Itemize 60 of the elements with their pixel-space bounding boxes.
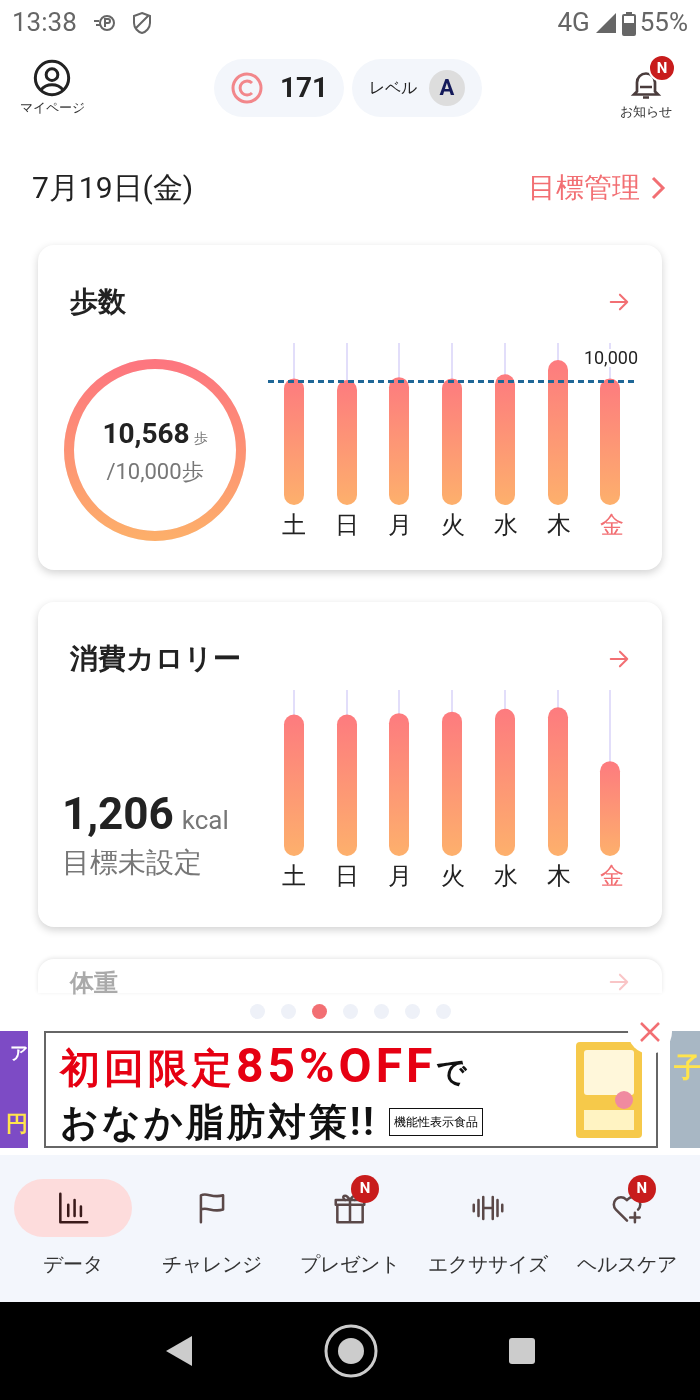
status-time: 13:38 <box>12 6 77 39</box>
ad-tag: 機能性表示食品 <box>388 1107 483 1136</box>
card-title: 体重 <box>70 971 118 995</box>
coin-icon <box>229 70 264 105</box>
card-title: 消費カロリー <box>70 641 241 677</box>
ad-headline: 初回限定 <box>60 1043 236 1094</box>
coin-count: 171 <box>279 69 329 106</box>
battery-level: 55% <box>639 6 688 39</box>
day-label: 月 <box>388 864 413 888</box>
day-label: 日 <box>335 513 360 537</box>
date-heading: 7月19日(金) <box>32 169 194 207</box>
my-page-button[interactable]: マイページ <box>12 57 92 118</box>
day-label: 水 <box>493 513 518 537</box>
coin-pill[interactable]: 171 <box>214 58 344 117</box>
recents-icon[interactable] <box>507 1337 536 1365</box>
ad-subline: おなか脂肪対策!! <box>60 1102 377 1141</box>
ad-discount: 85%OFF <box>236 1041 437 1090</box>
day-label: 土 <box>282 864 307 888</box>
steps-goal: /10,000歩 <box>106 457 204 486</box>
level-label: レベル <box>369 76 417 99</box>
steps-value: 10,568 <box>102 415 190 452</box>
network-type: 4G <box>557 6 590 39</box>
new-badge: N <box>627 1174 656 1203</box>
day-label: 日 <box>335 864 360 888</box>
battery-icon <box>621 9 636 36</box>
day-label: 木 <box>546 864 571 888</box>
day-label: 金 <box>599 864 624 888</box>
calorie-unit: kcal <box>181 804 229 837</box>
steps-card[interactable]: 歩数 10,568 歩 /10,000歩 10,000 土 日 月 火 水 木 金 <box>38 245 662 570</box>
parking-icon <box>92 13 115 32</box>
nav-tab[interactable]: エクササイズ <box>420 1178 557 1279</box>
day-label: 火 <box>441 864 465 888</box>
day-label: 火 <box>441 513 465 537</box>
arrow-right-icon[interactable] <box>608 648 630 670</box>
new-badge: N <box>350 1174 379 1203</box>
steps-unit: 歩 <box>193 428 208 448</box>
close-icon <box>639 1021 661 1043</box>
day-label: 月 <box>388 513 413 537</box>
nav-tab[interactable]: チャレンジ <box>143 1178 280 1279</box>
ad-banner[interactable]: 初回限定85%OFFで おなか脂肪対策!! 機能性表示食品 <box>44 1031 658 1148</box>
arrow-right-icon[interactable] <box>608 971 630 993</box>
shield-icon <box>130 10 153 35</box>
ad-headline-tail: で <box>436 1052 468 1091</box>
back-icon[interactable] <box>164 1334 195 1368</box>
day-label: 土 <box>282 513 307 537</box>
calorie-value: 1,206 <box>62 787 174 842</box>
arrow-right-icon[interactable] <box>608 291 630 313</box>
day-label: 金 <box>599 513 624 537</box>
calorie-note: 目標未設定 <box>62 845 203 881</box>
day-label: 水 <box>493 864 518 888</box>
new-badge: N <box>648 53 676 82</box>
home-icon[interactable] <box>323 1323 379 1379</box>
notifications-button[interactable]: N お知らせ <box>604 53 688 122</box>
level-grade: A <box>429 69 465 106</box>
user-icon <box>32 57 72 98</box>
day-label: 木 <box>546 513 571 537</box>
calorie-card[interactable]: 消費カロリー 1,206 kcal 目標未設定 土 日 月 火 水 木 金 <box>38 602 662 927</box>
ad-peek-left[interactable]: ア 円 <box>0 1031 28 1148</box>
level-pill[interactable]: レベル A <box>352 58 482 117</box>
card-title: 歩数 <box>70 284 126 320</box>
